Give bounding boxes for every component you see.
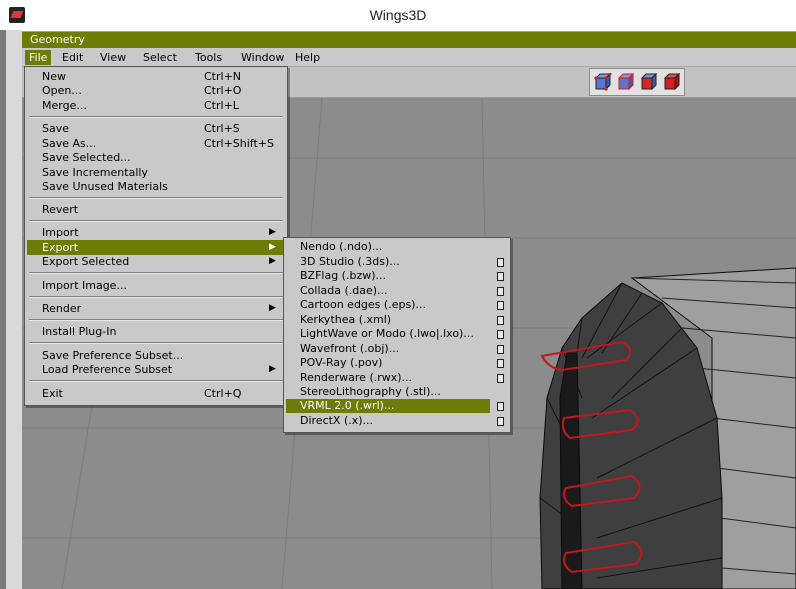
menu-help[interactable]: Help: [291, 50, 324, 65]
menu-item-save-as[interactable]: Save As... Ctrl+Shift+S: [27, 136, 285, 151]
menu-item-export[interactable]: Export ▶: [27, 240, 285, 255]
menu-item-merge[interactable]: Merge... Ctrl+L: [27, 98, 285, 113]
menu-item-save[interactable]: Save Ctrl+S: [27, 121, 285, 136]
options-box-icon[interactable]: [497, 258, 504, 267]
menu-item-save-selected[interactable]: Save Selected...: [27, 150, 285, 165]
export-item-lightwave[interactable]: LightWave or Modo (.lwo|.lxo)...: [286, 327, 508, 341]
export-item-vrml[interactable]: VRML 2.0 (.wrl)...: [286, 399, 504, 413]
wheel-model: [539, 267, 796, 589]
menu-item-render[interactable]: Render ▶: [27, 301, 285, 316]
menubar: File Edit View Select Tools Window Help: [22, 48, 796, 67]
window-title: Wings3D: [369, 7, 427, 23]
menu-select[interactable]: Select: [139, 50, 181, 65]
menu-separator: [29, 319, 283, 321]
menu-item-new[interactable]: New Ctrl+N: [27, 69, 285, 84]
export-item-stereolithography[interactable]: StereoLithography (.stl)...: [286, 385, 508, 399]
export-item-kerkythea[interactable]: Kerkythea (.xml): [286, 313, 508, 327]
menu-tools[interactable]: Tools: [191, 50, 226, 65]
submenu-arrow-icon: ▶: [269, 242, 276, 252]
export-item-renderware[interactable]: Renderware (.rwx)...: [286, 371, 508, 385]
menu-item-exit[interactable]: Exit Ctrl+Q: [27, 386, 285, 401]
menu-item-revert[interactable]: Revert: [27, 202, 285, 217]
export-item-collada[interactable]: Collada (.dae)...: [286, 284, 508, 298]
menu-separator: [29, 220, 283, 222]
submenu-arrow-icon: ▶: [269, 227, 276, 237]
options-box-icon[interactable]: [497, 330, 504, 339]
options-box-icon[interactable]: [497, 402, 504, 411]
menu-item-save-incrementally[interactable]: Save Incrementally: [27, 165, 285, 180]
options-box-icon[interactable]: [497, 301, 504, 310]
selection-mode-group: [589, 68, 685, 96]
menu-item-save-unused-materials[interactable]: Save Unused Materials: [27, 179, 285, 194]
geometry-window-title: Geometry: [30, 33, 85, 46]
menu-item-import-image[interactable]: Import Image...: [27, 278, 285, 293]
options-box-icon[interactable]: [497, 272, 504, 281]
window-titlebar: Wings3D: [0, 0, 796, 30]
file-menu-dropdown: New Ctrl+N Open... Ctrl+O Merge... Ctrl+…: [24, 66, 288, 406]
submenu-arrow-icon: ▶: [269, 256, 276, 266]
menu-file[interactable]: File: [25, 50, 52, 65]
export-item-nendo[interactable]: Nendo (.ndo)...: [286, 240, 508, 254]
options-box-icon[interactable]: [497, 287, 504, 296]
export-item-directx[interactable]: DirectX (.x)...: [286, 414, 508, 428]
menu-separator: [29, 272, 283, 274]
options-box-icon[interactable]: [497, 417, 504, 426]
export-item-3ds[interactable]: 3D Studio (.3ds)...: [286, 255, 508, 269]
menu-separator: [29, 116, 283, 118]
geometry-window-titlebar[interactable]: Geometry: [22, 31, 796, 48]
menu-item-export-selected[interactable]: Export Selected ▶: [27, 254, 285, 269]
left-frame-strip: [0, 30, 6, 589]
options-box-icon[interactable]: [497, 359, 504, 368]
body-select-icon[interactable]: [663, 73, 681, 91]
export-item-povray[interactable]: POV-Ray (.pov): [286, 356, 508, 370]
export-item-cartoon-edges[interactable]: Cartoon edges (.eps)...: [286, 298, 508, 312]
export-submenu: Nendo (.ndo)... 3D Studio (.3ds)... BZFl…: [283, 237, 511, 433]
menu-separator: [29, 296, 283, 298]
export-item-wavefront[interactable]: Wavefront (.obj)...: [286, 342, 508, 356]
submenu-arrow-icon: ▶: [269, 364, 276, 374]
submenu-arrow-icon: ▶: [269, 303, 276, 313]
menu-separator: [29, 380, 283, 382]
menu-separator: [29, 197, 283, 199]
edge-select-icon[interactable]: [617, 73, 635, 91]
menu-item-save-preference-subset[interactable]: Save Preference Subset...: [27, 348, 285, 363]
menu-view[interactable]: View: [96, 50, 130, 65]
menu-item-open[interactable]: Open... Ctrl+O: [27, 83, 285, 98]
vertex-select-icon[interactable]: [594, 73, 612, 91]
menu-item-import[interactable]: Import ▶: [27, 225, 285, 240]
options-box-icon[interactable]: [497, 345, 504, 354]
export-item-bzflag[interactable]: BZFlag (.bzw)...: [286, 269, 508, 283]
options-box-icon[interactable]: [497, 316, 504, 325]
menu-window[interactable]: Window: [237, 50, 288, 65]
menu-separator: [29, 342, 283, 344]
options-box-icon[interactable]: [497, 374, 504, 383]
face-select-icon[interactable]: [640, 73, 658, 91]
menu-edit[interactable]: Edit: [58, 50, 87, 65]
menu-item-install-plugin[interactable]: Install Plug-In: [27, 324, 285, 339]
menu-item-load-preference-subset[interactable]: Load Preference Subset ▶: [27, 362, 285, 377]
